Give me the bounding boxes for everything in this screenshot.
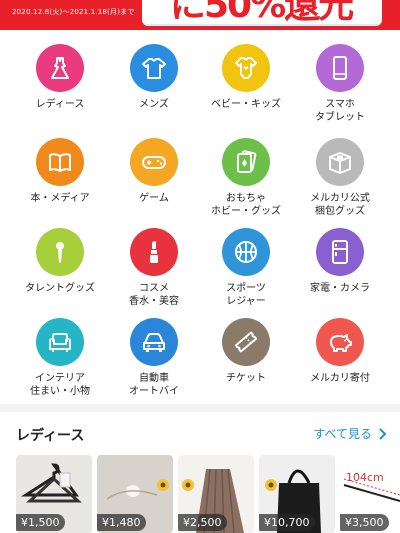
category-cars[interactable]: 自動車 オートバイ — [104, 318, 204, 398]
category-icon-packaging — [316, 138, 364, 186]
category-icon-books — [36, 138, 84, 186]
baby-onesie-icon — [235, 57, 257, 79]
see-all-link[interactable]: すべて見る — [313, 425, 386, 442]
category-label: スマホ タブレット — [315, 99, 365, 123]
microphone-icon — [56, 242, 64, 263]
category-donation[interactable]: メルカリ寄付 — [290, 318, 390, 385]
item-price: ¥10,700 — [259, 514, 315, 531]
category-smartphone[interactable]: スマホ タブレット — [290, 44, 390, 124]
item-thumbnail[interactable]: 104cm ¥3,500 — [340, 455, 400, 533]
lipstick-icon — [150, 241, 158, 263]
category-icon-cars — [130, 318, 178, 366]
category-games[interactable]: ゲーム — [104, 138, 204, 205]
tshirt-icon — [142, 58, 166, 79]
see-all-label: すべて見る — [313, 427, 372, 441]
banner-headline-card: に50%還元 — [142, 0, 382, 26]
category-baby-kids[interactable]: ベビー・キッズ — [196, 44, 296, 111]
category-electronics[interactable]: 家電・カメラ — [290, 228, 390, 295]
category-icon-talent-goods — [36, 228, 84, 276]
campaign-banner[interactable]: 2020.12.8(火)〜2021.1.18(月)まで に50%還元 — [0, 0, 400, 30]
category-label: コスメ 香水・美容 — [129, 283, 179, 307]
item-carousel[interactable]: ¥1,500 ¥1,480 ¥2,500 ¥10,700 104cm ¥3,50… — [16, 455, 400, 533]
playing-cards-icon — [237, 150, 257, 173]
category-label: 家電・カメラ — [310, 283, 370, 294]
smartphone-icon — [333, 56, 347, 80]
category-label: 自動車 オートバイ — [129, 373, 179, 397]
refrigerator-icon — [332, 240, 348, 264]
car-icon — [143, 333, 165, 352]
category-books[interactable]: 本・メディア — [10, 138, 110, 205]
item-price: ¥1,480 — [97, 514, 146, 531]
category-icon-electronics — [316, 228, 364, 276]
category-label: 本・メディア — [30, 193, 90, 204]
piggy-bank-icon — [330, 334, 352, 352]
category-icon-tickets — [222, 318, 270, 366]
category-label: メンズ — [139, 99, 169, 110]
category-packaging[interactable]: メルカリ公式 梱包グッズ — [290, 138, 390, 218]
category-label: タレントグッズ — [25, 283, 95, 294]
item-thumbnail[interactable]: ¥2,500 — [178, 455, 254, 533]
item-thumbnail[interactable]: ¥1,480 — [97, 455, 173, 533]
category-tickets[interactable]: チケット — [196, 318, 296, 385]
category-label: ベビー・キッズ — [211, 99, 281, 110]
item-thumbnail[interactable]: ¥10,700 — [259, 455, 335, 533]
category-toys-hobby[interactable]: おもちゃ ホビー・グッズ — [196, 138, 296, 218]
category-interior[interactable]: インテリア 住まい・小物 — [10, 318, 110, 398]
category-icon-smartphone — [316, 44, 364, 92]
category-icon-cosmetics — [130, 228, 178, 276]
category-label: メルカリ公式 梱包グッズ — [310, 193, 370, 217]
item-price: ¥3,500 — [340, 514, 389, 531]
section-divider — [0, 404, 400, 412]
dress-icon — [51, 57, 69, 79]
category-label: インテリア 住まい・小物 — [30, 373, 90, 397]
measure-annotation: 104cm — [346, 471, 384, 484]
box-icon — [329, 152, 351, 174]
category-mens[interactable]: メンズ — [104, 44, 204, 111]
section-title: レディース — [16, 428, 85, 444]
category-icon-games — [130, 138, 178, 186]
category-cosmetics[interactable]: コスメ 香水・美容 — [104, 228, 204, 308]
category-label: おもちゃ ホビー・グッズ — [211, 193, 281, 217]
category-icon-donation — [316, 318, 364, 366]
sofa-icon — [49, 333, 71, 352]
category-label: メルカリ寄付 — [310, 373, 370, 384]
banner-headline: に50%還元 — [170, 0, 354, 26]
basketball-icon — [235, 241, 257, 263]
gamepad-icon — [142, 156, 166, 169]
category-icon-baby-kids — [222, 44, 270, 92]
book-icon — [49, 153, 71, 172]
category-label: チケット — [226, 373, 266, 384]
category-icon-mens — [130, 44, 178, 92]
banner-date-range: 2020.12.8(火)〜2021.1.18(月)まで — [12, 8, 135, 16]
category-label: スポーツ レジャー — [226, 283, 266, 307]
item-thumbnail[interactable]: ¥1,500 — [16, 455, 92, 533]
category-label: ゲーム — [139, 193, 169, 204]
item-price: ¥1,500 — [16, 514, 65, 531]
ticket-icon — [234, 331, 258, 353]
category-icon-toys-hobby — [222, 138, 270, 186]
chevron-right-icon — [379, 427, 386, 440]
category-ladies[interactable]: レディース — [10, 44, 110, 111]
item-price: ¥2,500 — [178, 514, 227, 531]
category-sports[interactable]: スポーツ レジャー — [196, 228, 296, 308]
category-icon-ladies — [36, 44, 84, 92]
category-label: レディース — [35, 99, 85, 110]
category-icon-interior — [36, 318, 84, 366]
category-talent-goods[interactable]: タレントグッズ — [10, 228, 110, 295]
category-icon-sports — [222, 228, 270, 276]
